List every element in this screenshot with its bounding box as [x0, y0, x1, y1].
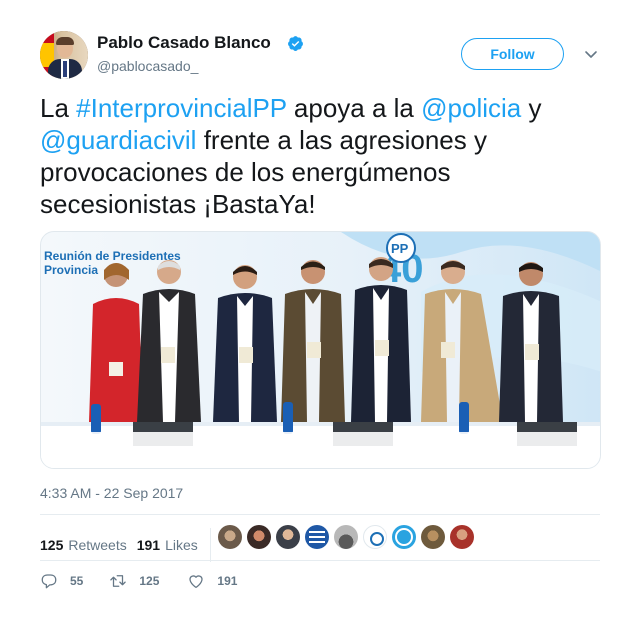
liker-avatar[interactable] [276, 525, 300, 549]
retweets-label: Retweets [68, 537, 127, 553]
text-segment: y [521, 93, 542, 123]
mention-link-guardiacivil[interactable]: @guardiacivil [40, 125, 196, 155]
divider [40, 560, 600, 561]
likes-count: 191 [136, 537, 161, 553]
svg-text:PP: PP [391, 241, 409, 256]
retweets-count: 125 [40, 537, 64, 553]
liker-avatar[interactable] [247, 525, 271, 549]
banner-text: Provincia [44, 263, 98, 277]
likes-label: Likes [165, 537, 198, 553]
likes-stat[interactable]: 191 Likes [137, 537, 198, 553]
text-segment: La [40, 93, 77, 123]
reply-action[interactable]: 55 [40, 572, 83, 590]
group-photo-illustration: 40 PP Reunión de Presidentes Provincia [41, 232, 600, 468]
mention-link-policia[interactable]: @policia [421, 93, 521, 123]
like-action[interactable]: 191 [187, 572, 237, 590]
retweet-count: 125 [139, 574, 160, 588]
liker-avatar[interactable] [392, 525, 416, 549]
stats-separator [209, 528, 211, 562]
hashtag-link[interactable]: #InterprovincialPP [76, 93, 287, 123]
retweet-icon [110, 575, 127, 587]
tweet-stats: 125 Retweets 191 Likes [40, 528, 222, 562]
tweet-card: Pablo Casado Blanco @pablocasado_ Follow… [0, 0, 640, 623]
reply-count: 55 [70, 574, 84, 588]
author-name[interactable]: Pablo Casado Blanco [97, 33, 271, 53]
liker-avatar[interactable] [305, 525, 329, 549]
author-avatar[interactable] [40, 31, 88, 79]
liker-avatar[interactable] [363, 525, 387, 549]
retweets-stat[interactable]: 125 Retweets [40, 537, 127, 553]
liker-avatar[interactable] [218, 525, 242, 549]
tweet-actions: 55 125 191 [40, 572, 237, 590]
heart-icon [189, 575, 204, 589]
reply-icon [41, 574, 57, 589]
divider [40, 514, 600, 515]
liker-avatar[interactable] [334, 525, 358, 549]
likers-avatars [218, 525, 479, 549]
banner-text: Reunión de Presidentes [44, 249, 181, 263]
author-handle[interactable]: @pablocasado_ [97, 58, 198, 74]
tweet-text: La #InterprovincialPP apoya a la @polici… [40, 92, 610, 220]
liker-avatar[interactable] [450, 525, 474, 549]
text-segment: apoya a la [286, 93, 422, 123]
liker-avatar[interactable] [421, 525, 445, 549]
tweet-photo[interactable]: 40 PP Reunión de Presidentes Provincia [40, 231, 601, 469]
verified-badge-icon [288, 36, 303, 51]
follow-button[interactable]: Follow [461, 38, 564, 70]
retweet-action[interactable]: 125 [109, 572, 159, 590]
like-count: 191 [217, 574, 238, 588]
chevron-down-icon[interactable] [583, 46, 599, 62]
tweet-timestamp[interactable]: 4:33 AM - 22 Sep 2017 [40, 485, 183, 501]
